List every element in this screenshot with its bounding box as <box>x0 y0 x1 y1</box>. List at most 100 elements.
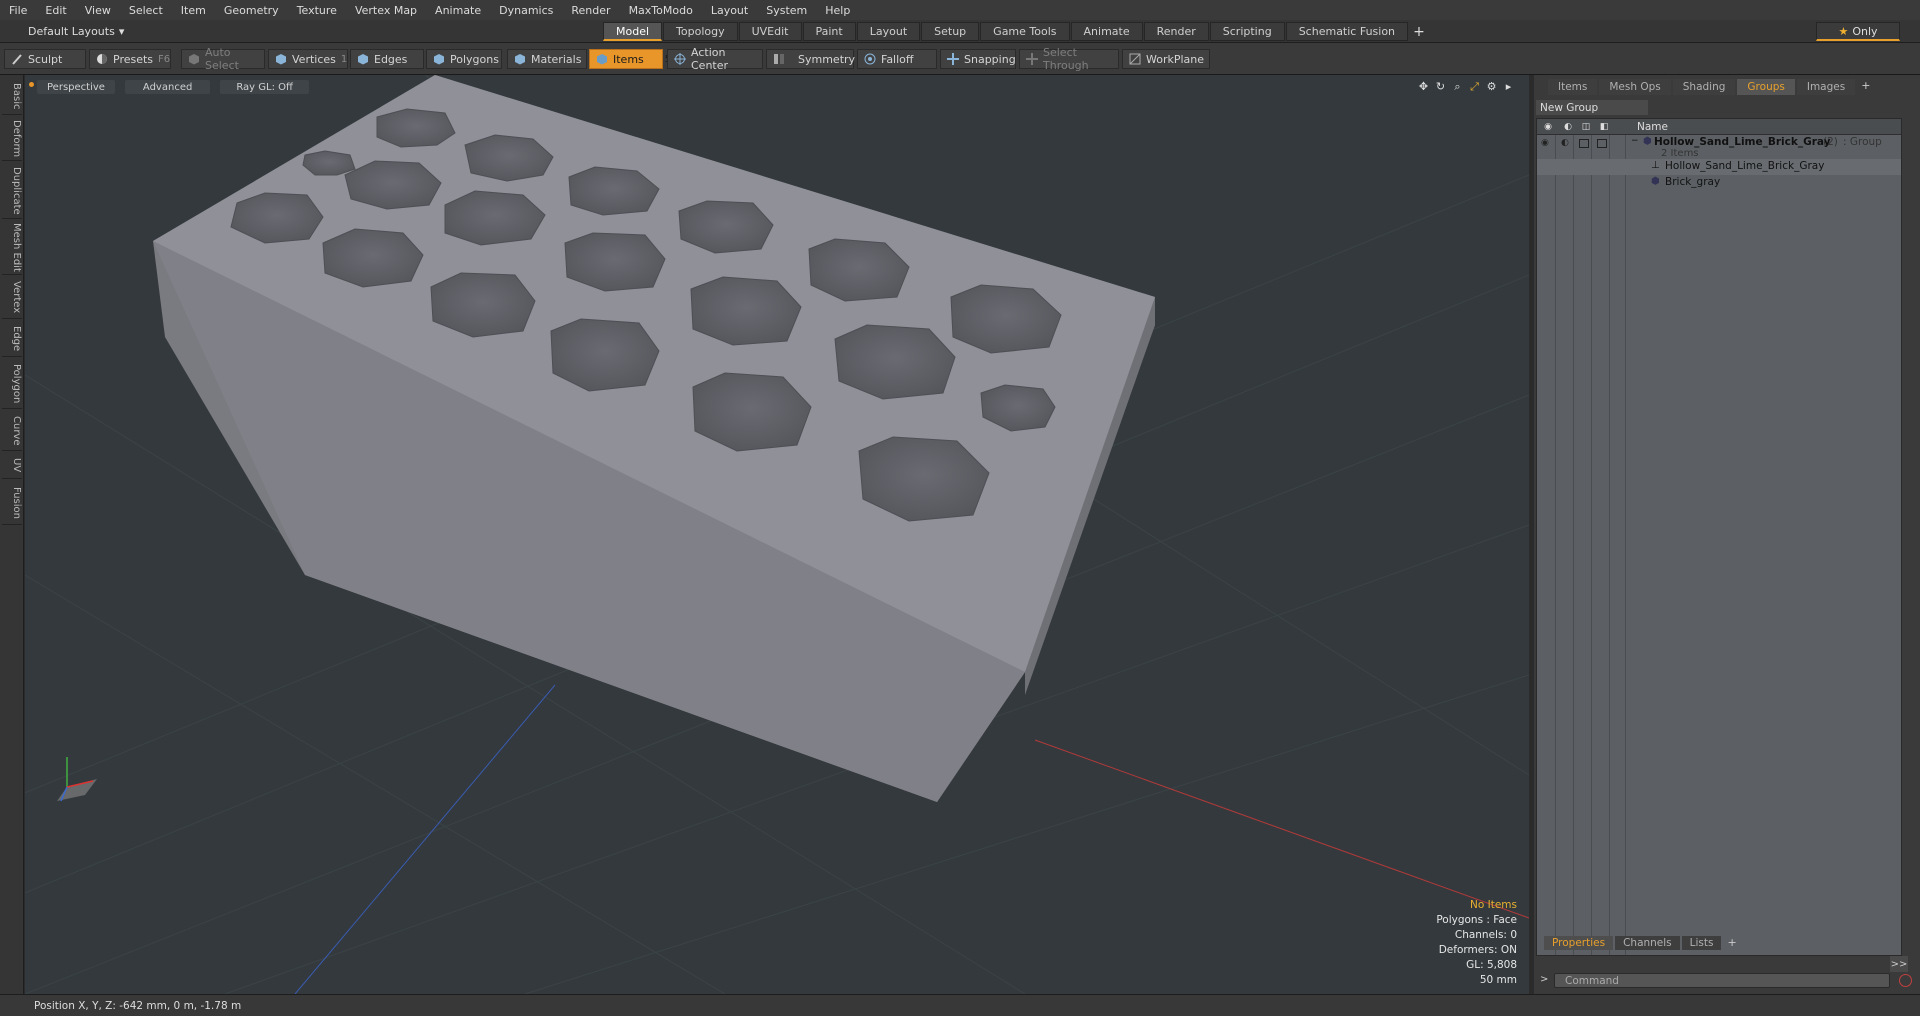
3d-viewport[interactable]: Perspective Advanced Ray GL: Off ✥ ↻ ⌕ ⤢… <box>25 75 1529 994</box>
tab-channels[interactable]: Channels <box>1615 936 1680 950</box>
rotate-icon[interactable]: ↻ <box>1434 80 1447 93</box>
raygl-button[interactable]: Ray GL: Off <box>220 80 309 94</box>
vertices-label: Vertices <box>292 52 336 66</box>
vtab-mesh-edit[interactable]: Mesh Edit <box>2 221 22 275</box>
menu-animate[interactable]: Animate <box>426 4 490 17</box>
snapping-button[interactable]: Snapping <box>940 49 1016 69</box>
menu-help[interactable]: Help <box>816 4 859 17</box>
tab-render[interactable]: Render <box>1143 22 1209 41</box>
fit-icon[interactable]: ⤢ <box>1468 80 1481 93</box>
row-select-box[interactable] <box>1597 139 1607 148</box>
expand-arrow-icon[interactable]: ▸ <box>1502 80 1515 93</box>
tab-shading[interactable]: Shading <box>1672 79 1736 95</box>
vtab-edge[interactable]: Edge <box>2 321 22 357</box>
groups-tree: ◉ ◐ ◫ ◧ Name ◉ ◐ − ⬢ Hollow_Sand_Lime_Br… <box>1536 118 1902 956</box>
command-input[interactable]: Command <box>1554 973 1890 988</box>
settings-gear-icon[interactable]: ⚙ <box>1485 80 1498 93</box>
tab-images[interactable]: Images <box>1796 79 1856 95</box>
select-through-button[interactable]: Select Through <box>1019 46 1119 72</box>
tab-model[interactable]: Model <box>603 22 663 41</box>
tab-paint[interactable]: Paint <box>802 22 856 41</box>
polygons-button[interactable]: Polygons <box>426 49 502 69</box>
new-group-button[interactable]: New Group <box>1536 100 1648 115</box>
tab-mesh-ops[interactable]: Mesh Ops <box>1599 79 1671 95</box>
menu-texture[interactable]: Texture <box>288 4 346 17</box>
menu-system[interactable]: System <box>757 4 816 17</box>
render-icon[interactable]: ◐ <box>1561 120 1575 133</box>
expand-panel-icon[interactable]: >> <box>1890 956 1908 972</box>
tab-animate[interactable]: Animate <box>1070 22 1143 41</box>
presets-button[interactable]: Presets F6 <box>89 49 171 69</box>
only-button[interactable]: ★ Only <box>1816 22 1900 41</box>
tab-setup[interactable]: Setup <box>921 22 980 41</box>
vtab-polygon[interactable]: Polygon <box>2 359 22 409</box>
lock-icon[interactable]: ◫ <box>1579 120 1593 133</box>
properties-area: Properties Channels Lists + >> > Command <box>1534 930 1920 994</box>
pan-icon[interactable]: ✥ <box>1417 80 1430 93</box>
vtab-vertex[interactable]: Vertex <box>2 277 22 319</box>
vtab-basic[interactable]: Basic <box>2 79 22 115</box>
menu-dynamics[interactable]: Dynamics <box>490 4 562 17</box>
menu-maxtomodo[interactable]: MaxToModo <box>620 4 702 17</box>
items-button[interactable]: Items 5 <box>589 49 671 69</box>
position-readout: Position X, Y, Z: -642 mm, 0 m, -1.78 m <box>34 1000 242 1012</box>
row-lock-box[interactable] <box>1579 139 1589 148</box>
info-gl: GL: 5,808 <box>1466 959 1517 971</box>
menu-render[interactable]: Render <box>562 4 619 17</box>
viewport-menu-dot[interactable] <box>29 82 34 87</box>
tab-game-tools[interactable]: Game Tools <box>980 22 1070 41</box>
tab-schematic-fusion[interactable]: Schematic Fusion <box>1285 22 1409 41</box>
workplane-button[interactable]: WorkPlane <box>1122 49 1210 69</box>
tab-layout[interactable]: Layout <box>856 22 921 41</box>
expand-toggle-icon[interactable]: − <box>1631 136 1639 146</box>
vtab-fusion[interactable]: Fusion <box>2 481 22 525</box>
vtab-duplicate[interactable]: Duplicate <box>2 163 22 219</box>
info-polygons: Polygons : Face <box>1436 914 1517 926</box>
visibility-eye-icon[interactable]: ◉ <box>1541 120 1555 133</box>
tab-lists[interactable]: Lists <box>1681 936 1722 950</box>
vtab-uv[interactable]: UV <box>2 453 22 479</box>
materials-button[interactable]: Materials <box>507 49 587 69</box>
menu-geometry[interactable]: Geometry <box>215 4 288 17</box>
tab-items[interactable]: Items <box>1548 79 1598 95</box>
row-eye-icon[interactable]: ◉ <box>1541 138 1549 148</box>
vertices-button[interactable]: Vertices 1 <box>268 49 348 69</box>
view-mode-button[interactable]: Perspective <box>37 80 115 94</box>
tree-row-group[interactable]: ◉ ◐ − ⬢ Hollow_Sand_Lime_Brick_Gray (2) … <box>1537 135 1901 159</box>
menu-item[interactable]: Item <box>172 4 215 17</box>
tab-uvedit[interactable]: UVEdit <box>738 22 802 41</box>
menu-file[interactable]: File <box>0 4 36 17</box>
tree-row-child-mesh[interactable]: ⊥ Hollow_Sand_Lime_Brick_Gray <box>1537 159 1901 175</box>
zoom-icon[interactable]: ⌕ <box>1451 80 1464 93</box>
edges-button[interactable]: Edges 2 <box>350 49 433 69</box>
add-tab-icon[interactable]: + <box>1409 22 1429 41</box>
row-render-icon[interactable]: ◐ <box>1561 138 1569 148</box>
materials-icon <box>514 53 526 65</box>
action-center-button[interactable]: Action Center <box>667 46 763 72</box>
tab-topology[interactable]: Topology <box>663 22 738 41</box>
menu-select[interactable]: Select <box>120 4 172 17</box>
menu-view[interactable]: View <box>76 4 120 17</box>
shading-mode-button[interactable]: Advanced <box>124 80 211 94</box>
falloff-button[interactable]: Falloff <box>857 49 937 69</box>
tab-groups[interactable]: Groups <box>1737 79 1795 95</box>
record-icon[interactable] <box>1899 974 1912 987</box>
add-properties-tab-icon[interactable]: + <box>1723 936 1740 950</box>
sculpt-button[interactable]: Sculpt <box>4 49 86 69</box>
vtab-curve[interactable]: Curve <box>2 411 22 451</box>
menu-layout[interactable]: Layout <box>702 4 757 17</box>
tab-properties[interactable]: Properties <box>1544 936 1614 950</box>
select-icon[interactable]: ◧ <box>1597 120 1611 133</box>
symmetry-button[interactable]: Symmetry <box>766 49 855 69</box>
add-tab-icon[interactable]: + <box>1857 79 1874 96</box>
vtab-deform[interactable]: Deform <box>2 117 22 161</box>
tree-row-child-brick[interactable]: ⬢ Brick_gray <box>1537 175 1901 191</box>
name-column-header[interactable]: Name <box>1637 121 1668 133</box>
layout-selector[interactable]: Default Layouts ▾ <box>20 23 132 40</box>
group-sub: 2 Items <box>1661 148 1699 159</box>
scene-canvas[interactable] <box>25 75 1529 994</box>
menu-edit[interactable]: Edit <box>36 4 75 17</box>
auto-select-button[interactable]: Auto Select <box>181 46 265 72</box>
menu-vertex-map[interactable]: Vertex Map <box>346 4 426 17</box>
tab-scripting[interactable]: Scripting <box>1209 22 1285 41</box>
